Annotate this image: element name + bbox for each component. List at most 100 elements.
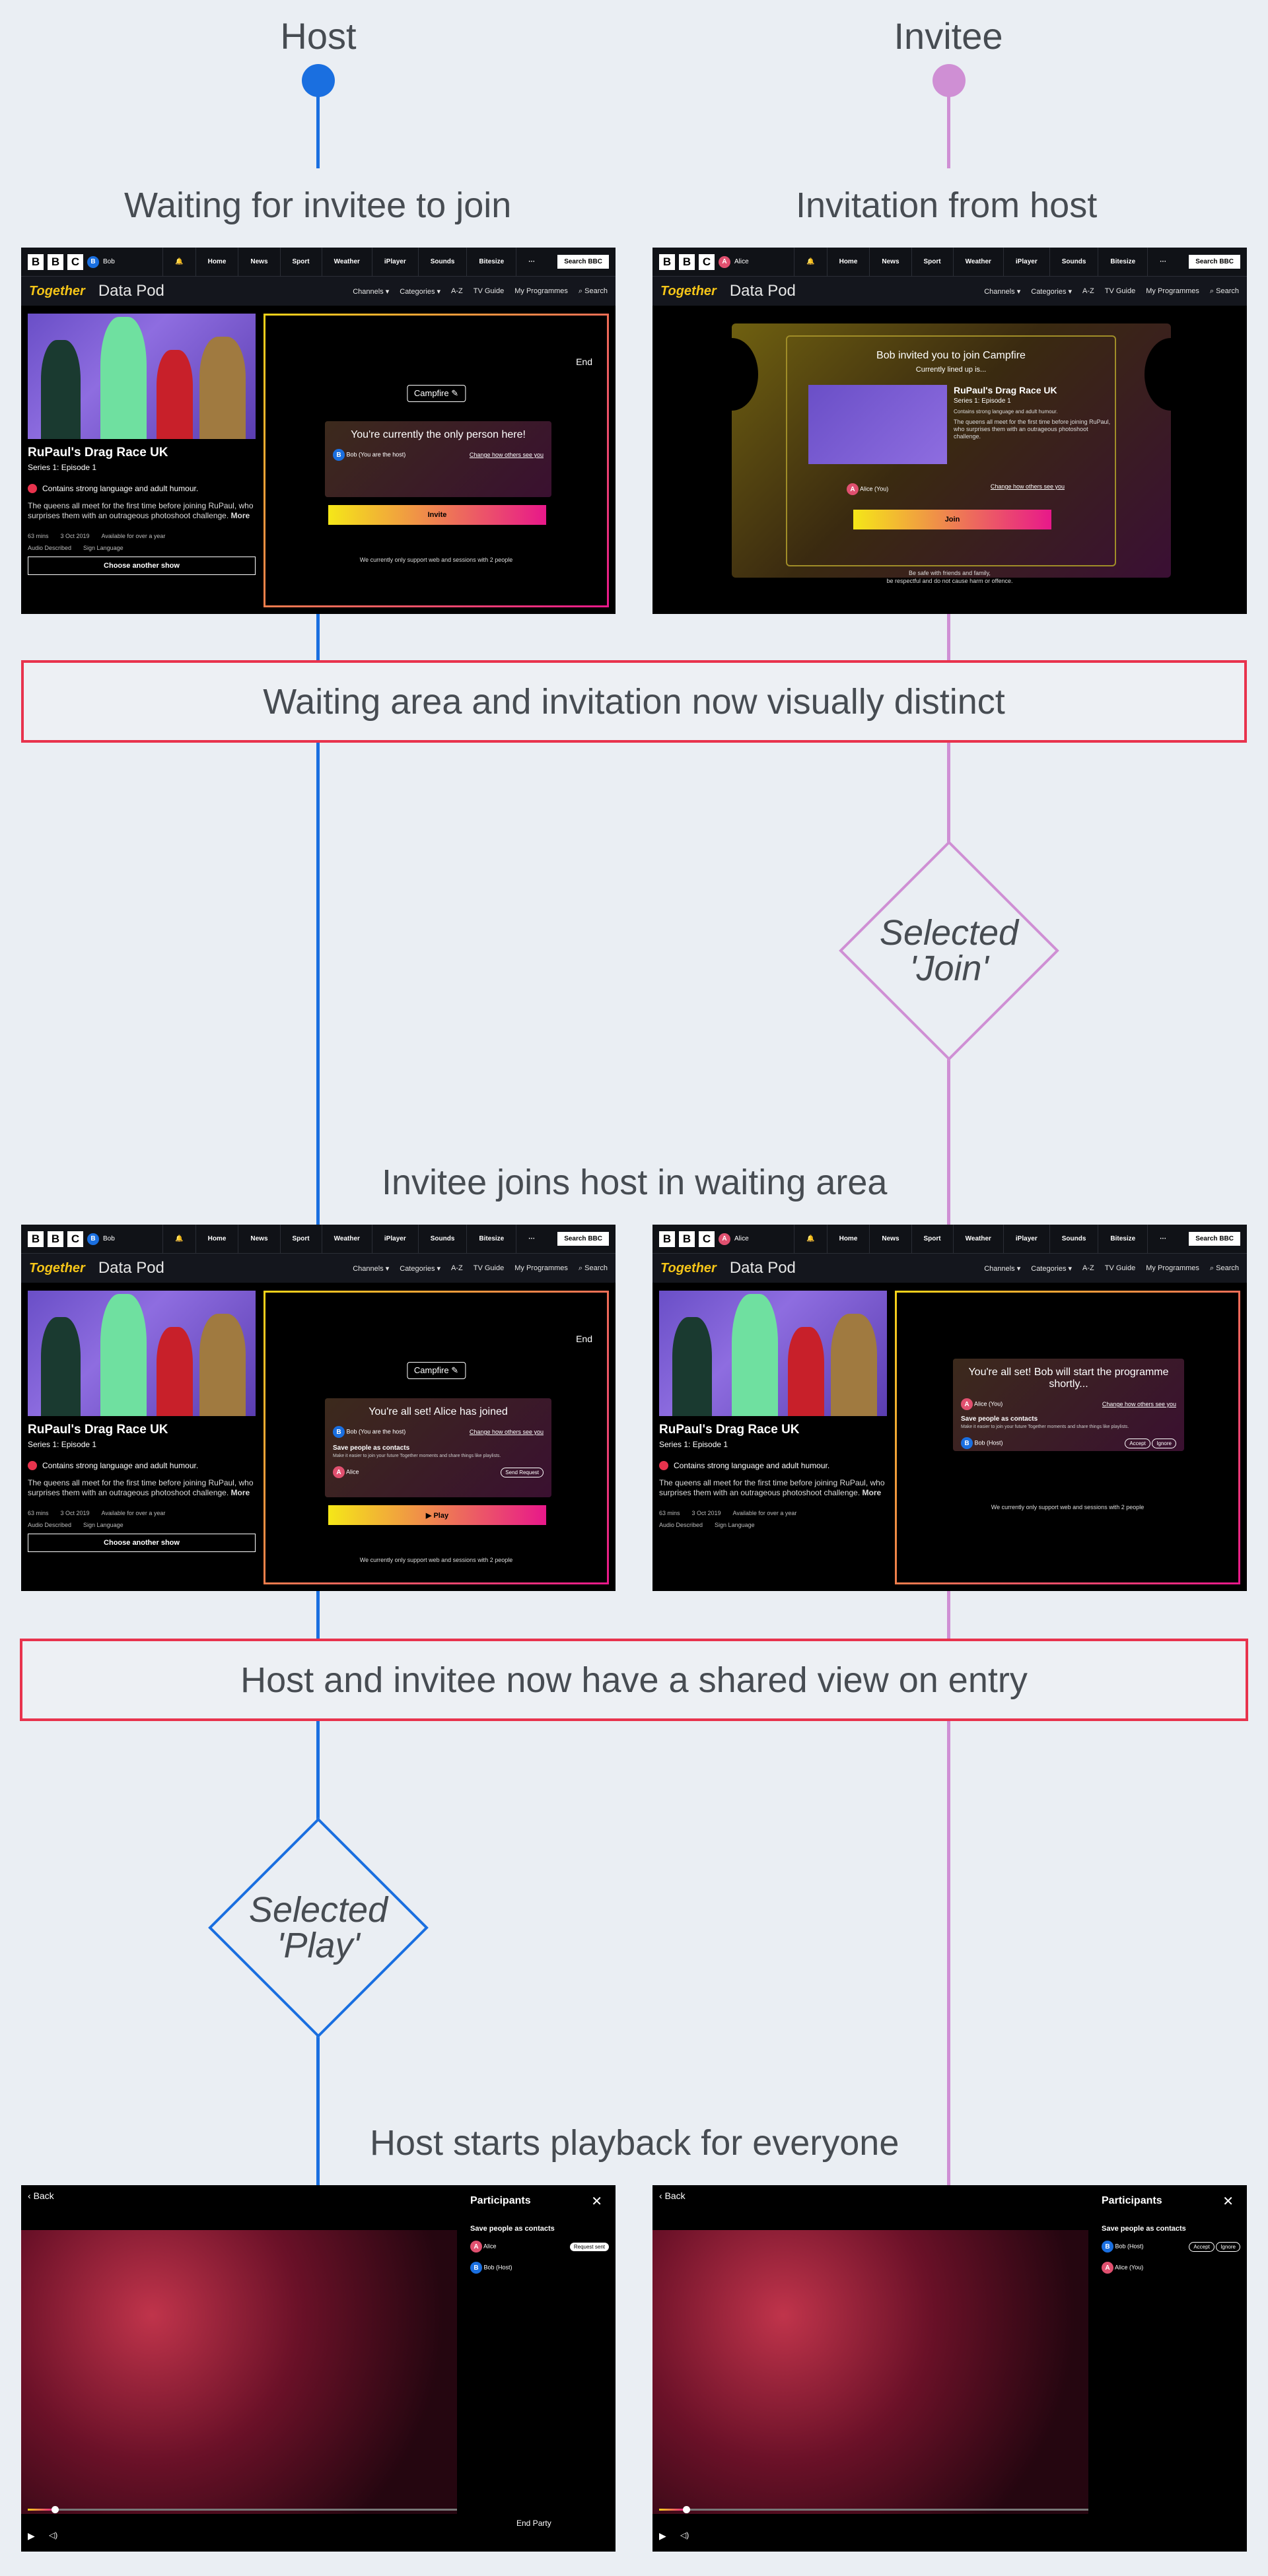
search-bbc-button[interactable]: Search BBC xyxy=(1189,1232,1240,1246)
subnav-az[interactable]: A-Z xyxy=(451,287,463,296)
nav-sounds[interactable]: Sounds xyxy=(1049,248,1098,277)
volume-icon[interactable]: ◁) xyxy=(49,2530,57,2540)
audio-described[interactable]: Audio Described xyxy=(659,1522,703,1528)
change-appearance-link[interactable]: Change how others see you xyxy=(1102,1401,1176,1407)
nav-news[interactable]: News xyxy=(238,1225,279,1254)
change-appearance-link[interactable]: Change how others see you xyxy=(470,452,544,458)
nav-news[interactable]: News xyxy=(869,248,911,277)
nav-iplayer[interactable]: iPlayer xyxy=(371,248,418,277)
nav-bitesize[interactable]: Bitesize xyxy=(1098,248,1147,277)
subnav-search[interactable]: ⌕ Search xyxy=(1210,287,1239,296)
ignore-button[interactable]: Ignore xyxy=(1152,1439,1176,1448)
nav-more[interactable]: ··· xyxy=(516,248,547,277)
nav-sport[interactable]: Sport xyxy=(279,248,322,277)
nav-bitesize[interactable]: Bitesize xyxy=(1098,1225,1147,1254)
subnav-search[interactable]: ⌕ Search xyxy=(579,1264,608,1273)
subnav-tvguide[interactable]: TV Guide xyxy=(474,1264,504,1273)
subnav-myprogrammes[interactable]: My Programmes xyxy=(1146,1264,1199,1273)
avatar[interactable]: A xyxy=(719,255,730,268)
bell-icon[interactable]: 🔔 xyxy=(162,1225,195,1254)
end-button[interactable]: End xyxy=(576,1334,592,1344)
more-link[interactable]: More xyxy=(231,511,250,520)
nav-weather[interactable]: Weather xyxy=(952,1225,1003,1254)
subnav-myprogrammes[interactable]: My Programmes xyxy=(514,1264,568,1273)
avatar[interactable]: B xyxy=(87,1233,99,1245)
search-bbc-button[interactable]: Search BBC xyxy=(557,1232,609,1246)
nav-sounds[interactable]: Sounds xyxy=(417,248,467,277)
audio-described[interactable]: Audio Described xyxy=(28,1522,71,1528)
bbc-logo[interactable]: B xyxy=(659,254,675,270)
subnav-tvguide[interactable]: TV Guide xyxy=(1105,287,1135,296)
nav-weather[interactable]: Weather xyxy=(952,248,1003,277)
accept-button[interactable]: Accept xyxy=(1189,2242,1215,2252)
bell-icon[interactable]: 🔔 xyxy=(162,248,195,277)
more-link[interactable]: More xyxy=(231,1488,250,1497)
nav-sport[interactable]: Sport xyxy=(911,1225,953,1254)
nav-more[interactable]: ··· xyxy=(1147,1225,1178,1254)
play-icon[interactable]: ▶ xyxy=(28,2530,35,2542)
choose-another-show-button[interactable]: Choose another show xyxy=(28,1534,256,1552)
subnav-myprogrammes[interactable]: My Programmes xyxy=(1146,287,1199,296)
bell-icon[interactable]: 🔔 xyxy=(794,248,826,277)
accept-button[interactable]: Accept xyxy=(1125,1439,1150,1448)
subnav-tvguide[interactable]: TV Guide xyxy=(1105,1264,1135,1273)
nav-home[interactable]: Home xyxy=(195,1225,238,1254)
progress-bar[interactable] xyxy=(28,2506,457,2513)
nav-news[interactable]: News xyxy=(238,248,279,277)
search-bbc-button[interactable]: Search BBC xyxy=(1189,255,1240,269)
nav-iplayer[interactable]: iPlayer xyxy=(1003,248,1049,277)
nav-weather[interactable]: Weather xyxy=(321,1225,372,1254)
avatar[interactable]: A xyxy=(719,1233,730,1245)
campfire-name-button[interactable]: Campfire ✎ xyxy=(406,1362,466,1379)
sign-language[interactable]: Sign Language xyxy=(83,545,123,551)
search-bbc-button[interactable]: Search BBC xyxy=(557,255,609,269)
nav-weather[interactable]: Weather xyxy=(321,248,372,277)
together-logo[interactable]: Together xyxy=(660,1261,717,1276)
play-button[interactable]: ▶ Play xyxy=(328,1505,546,1525)
subnav-channels[interactable]: Channels ▾ xyxy=(353,287,389,296)
join-button[interactable]: Join xyxy=(853,510,1051,529)
together-logo[interactable]: Together xyxy=(660,284,717,299)
end-party-button[interactable]: End Party xyxy=(516,2519,551,2528)
subnav-az[interactable]: A-Z xyxy=(451,1264,463,1273)
nav-sport[interactable]: Sport xyxy=(911,248,953,277)
subnav-myprogrammes[interactable]: My Programmes xyxy=(514,287,568,296)
audio-described[interactable]: Audio Described xyxy=(28,545,71,551)
subnav-az[interactable]: A-Z xyxy=(1082,287,1094,296)
nav-iplayer[interactable]: iPlayer xyxy=(371,1225,418,1254)
subnav-channels[interactable]: Channels ▾ xyxy=(984,287,1020,296)
avatar[interactable]: B xyxy=(87,255,99,268)
more-link[interactable]: More xyxy=(863,1488,882,1497)
together-logo[interactable]: Together xyxy=(29,1261,85,1276)
nav-more[interactable]: ··· xyxy=(516,1225,547,1254)
scrubber-handle[interactable] xyxy=(52,2506,59,2513)
back-button[interactable]: ‹ Back xyxy=(659,2190,686,2201)
choose-another-show-button[interactable]: Choose another show xyxy=(28,557,256,575)
nav-bitesize[interactable]: Bitesize xyxy=(466,248,516,277)
play-icon[interactable]: ▶ xyxy=(659,2530,666,2542)
bbc-logo[interactable]: B xyxy=(28,254,44,270)
nav-iplayer[interactable]: iPlayer xyxy=(1003,1225,1049,1254)
volume-icon[interactable]: ◁) xyxy=(680,2530,689,2540)
nav-more[interactable]: ··· xyxy=(1147,248,1178,277)
nav-sounds[interactable]: Sounds xyxy=(1049,1225,1098,1254)
bbc-logo[interactable]: B xyxy=(28,1231,44,1247)
bell-icon[interactable]: 🔔 xyxy=(794,1225,826,1254)
nav-home[interactable]: Home xyxy=(826,248,870,277)
close-icon[interactable]: ✕ xyxy=(1222,2193,1234,2210)
scrubber-handle[interactable] xyxy=(683,2506,690,2513)
subnav-categories[interactable]: Categories ▾ xyxy=(400,1264,440,1273)
subnav-categories[interactable]: Categories ▾ xyxy=(400,287,440,296)
subnav-search[interactable]: ⌕ Search xyxy=(579,287,608,296)
nav-sounds[interactable]: Sounds xyxy=(417,1225,467,1254)
subnav-channels[interactable]: Channels ▾ xyxy=(984,1264,1020,1273)
subnav-categories[interactable]: Categories ▾ xyxy=(1031,1264,1072,1273)
sign-language[interactable]: Sign Language xyxy=(83,1522,123,1528)
subnav-search[interactable]: ⌕ Search xyxy=(1210,1264,1239,1273)
subnav-az[interactable]: A-Z xyxy=(1082,1264,1094,1273)
nav-home[interactable]: Home xyxy=(195,248,238,277)
invite-button[interactable]: Invite xyxy=(328,505,546,525)
end-button[interactable]: End xyxy=(576,356,592,367)
ignore-button[interactable]: Ignore xyxy=(1216,2242,1240,2252)
nav-home[interactable]: Home xyxy=(826,1225,870,1254)
